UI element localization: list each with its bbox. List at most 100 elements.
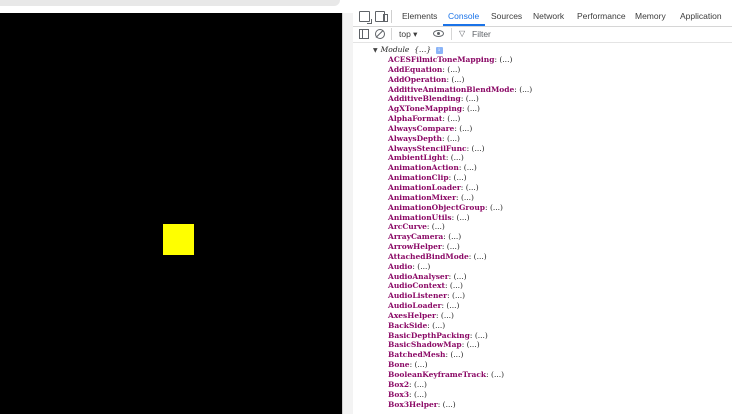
property-getter-value[interactable]: (...) bbox=[441, 311, 454, 320]
expand-triangle-icon[interactable]: ▼ bbox=[373, 47, 378, 54]
devtools-splitter[interactable] bbox=[342, 13, 353, 414]
property-getter-value[interactable]: (...) bbox=[447, 65, 460, 74]
property-row[interactable]: Box3Helper: (...) bbox=[388, 400, 532, 410]
property-getter-value[interactable]: (...) bbox=[446, 301, 459, 310]
tab-console[interactable]: Console bbox=[448, 11, 479, 21]
property-row[interactable]: AnimationMixer: (...) bbox=[388, 193, 532, 203]
property-getter-value[interactable]: (...) bbox=[417, 262, 430, 271]
property-row[interactable]: Audio: (...) bbox=[388, 262, 532, 272]
property-key: AudioListener bbox=[388, 291, 448, 301]
property-row[interactable]: AttachedBindMode: (...) bbox=[388, 252, 532, 262]
property-key: ArrayCamera bbox=[388, 232, 444, 242]
property-getter-value[interactable]: (...) bbox=[459, 124, 472, 133]
property-row[interactable]: AnimationUtils: (...) bbox=[388, 213, 532, 223]
property-getter-value[interactable]: (...) bbox=[447, 134, 460, 143]
property-getter-value[interactable]: (...) bbox=[414, 390, 427, 399]
property-row[interactable]: AdditiveAnimationBlendMode: (...) bbox=[388, 85, 532, 95]
live-expression-eye-icon[interactable] bbox=[433, 30, 444, 37]
property-key: ACESFilmicToneMapping bbox=[388, 55, 495, 64]
console-sidebar-icon[interactable] bbox=[359, 29, 369, 39]
property-row[interactable]: AdditiveBlending: (...) bbox=[388, 94, 532, 104]
property-key: Audio bbox=[388, 261, 413, 271]
filter-input[interactable]: ▽ Filter bbox=[459, 28, 727, 41]
property-row[interactable]: AnimationAction: (...) bbox=[388, 163, 532, 173]
property-getter-value[interactable]: (...) bbox=[467, 340, 480, 349]
property-getter-value[interactable]: (...) bbox=[466, 183, 479, 192]
property-getter-value[interactable]: (...) bbox=[475, 331, 488, 340]
property-row[interactable]: BackSide: (...) bbox=[388, 321, 532, 331]
property-key: Box3 bbox=[388, 389, 410, 399]
property-key: AnimationLoader bbox=[388, 182, 461, 192]
property-getter-value[interactable]: (...) bbox=[499, 55, 512, 64]
console-toolbar: top ▾ ▽ Filter bbox=[353, 27, 732, 43]
property-row[interactable]: BasicDepthPacking: (...) bbox=[388, 331, 532, 341]
tab-network[interactable]: Network bbox=[533, 11, 564, 21]
property-getter-value[interactable]: (...) bbox=[451, 153, 464, 162]
property-getter-value[interactable]: (...) bbox=[461, 193, 474, 202]
property-getter-value[interactable]: (...) bbox=[415, 360, 428, 369]
property-getter-value[interactable]: (...) bbox=[457, 213, 470, 222]
property-getter-value[interactable]: (...) bbox=[474, 252, 487, 261]
property-getter-value[interactable]: (...) bbox=[519, 85, 532, 94]
property-row[interactable]: AlphaFormat: (...) bbox=[388, 114, 532, 124]
property-getter-value[interactable]: (...) bbox=[432, 222, 445, 231]
property-getter-value[interactable]: (...) bbox=[450, 281, 463, 290]
tab-sources[interactable]: Sources bbox=[491, 11, 522, 21]
property-row[interactable]: AudioLoader: (...) bbox=[388, 301, 532, 311]
tab-application[interactable]: Application bbox=[680, 11, 722, 21]
property-row[interactable]: BooleanKeyframeTrack: (...) bbox=[388, 370, 532, 380]
property-row[interactable]: AudioContext: (...) bbox=[388, 281, 532, 291]
property-row[interactable]: AlwaysDepth: (...) bbox=[388, 134, 532, 144]
property-row[interactable]: AudioListener: (...) bbox=[388, 291, 532, 301]
property-row[interactable]: AddOperation: (...) bbox=[388, 75, 532, 85]
inspect-element-icon[interactable] bbox=[359, 11, 372, 24]
render-canvas[interactable] bbox=[0, 13, 342, 414]
property-getter-value[interactable]: (...) bbox=[490, 203, 503, 212]
property-getter-value[interactable]: (...) bbox=[472, 144, 485, 153]
property-getter-value[interactable]: (...) bbox=[466, 94, 479, 103]
property-row[interactable]: Bone: (...) bbox=[388, 360, 532, 370]
property-getter-value[interactable]: (...) bbox=[454, 173, 467, 182]
property-row[interactable]: AddEquation: (...) bbox=[388, 65, 532, 75]
property-key: AudioContext bbox=[388, 281, 445, 291]
device-toolbar-icon[interactable] bbox=[375, 11, 388, 22]
property-getter-value[interactable]: (...) bbox=[452, 291, 465, 300]
property-row[interactable]: AlwaysCompare: (...) bbox=[388, 124, 532, 134]
property-row[interactable]: AnimationClip: (...) bbox=[388, 173, 532, 183]
property-row[interactable]: AmbientLight: (...) bbox=[388, 153, 532, 163]
property-row[interactable]: AnimationObjectGroup: (...) bbox=[388, 203, 532, 213]
property-row[interactable]: AgXToneMapping: (...) bbox=[388, 104, 532, 114]
context-selector[interactable]: top ▾ bbox=[399, 29, 417, 40]
tab-performance[interactable]: Performance bbox=[577, 11, 626, 21]
property-getter-value[interactable]: (...) bbox=[447, 114, 460, 123]
property-getter-value[interactable]: (...) bbox=[432, 321, 445, 330]
module-object-header[interactable]: ▼ Module {…} i bbox=[373, 45, 443, 54]
clear-console-icon[interactable] bbox=[375, 29, 385, 39]
property-getter-value[interactable]: (...) bbox=[491, 370, 504, 379]
property-getter-value[interactable]: (...) bbox=[443, 400, 456, 409]
property-getter-value[interactable]: (...) bbox=[450, 350, 463, 359]
property-row[interactable]: BasicShadowMap: (...) bbox=[388, 340, 532, 350]
property-row[interactable]: ArrowHelper: (...) bbox=[388, 242, 532, 252]
property-row[interactable]: Box2: (...) bbox=[388, 380, 532, 390]
property-row[interactable]: ArcCurve: (...) bbox=[388, 222, 532, 232]
tab-elements[interactable]: Elements bbox=[402, 11, 437, 21]
property-getter-value[interactable]: (...) bbox=[447, 242, 460, 251]
property-getter-value[interactable]: (...) bbox=[451, 75, 464, 84]
property-row[interactable]: AnimationLoader: (...) bbox=[388, 183, 532, 193]
info-badge-icon[interactable]: i bbox=[435, 46, 443, 54]
property-getter-value[interactable]: (...) bbox=[467, 104, 480, 113]
property-getter-value[interactable]: (...) bbox=[414, 380, 427, 389]
property-row[interactable]: AxesHelper: (...) bbox=[388, 311, 532, 321]
property-row[interactable]: BatchedMesh: (...) bbox=[388, 350, 532, 360]
property-getter-value[interactable]: (...) bbox=[464, 163, 477, 172]
tab-memory[interactable]: Memory bbox=[635, 11, 666, 21]
property-row[interactable]: AlwaysStencilFunc: (...) bbox=[388, 144, 532, 154]
property-row[interactable]: ArrayCamera: (...) bbox=[388, 232, 532, 242]
property-getter-value[interactable]: (...) bbox=[454, 272, 467, 281]
property-row[interactable]: ACESFilmicToneMapping: (...) bbox=[388, 55, 532, 65]
property-getter-value[interactable]: (...) bbox=[448, 232, 461, 241]
property-row[interactable]: AudioAnalyser: (...) bbox=[388, 272, 532, 282]
property-key: AnimationClip bbox=[388, 173, 449, 183]
property-row[interactable]: Box3: (...) bbox=[388, 390, 532, 400]
